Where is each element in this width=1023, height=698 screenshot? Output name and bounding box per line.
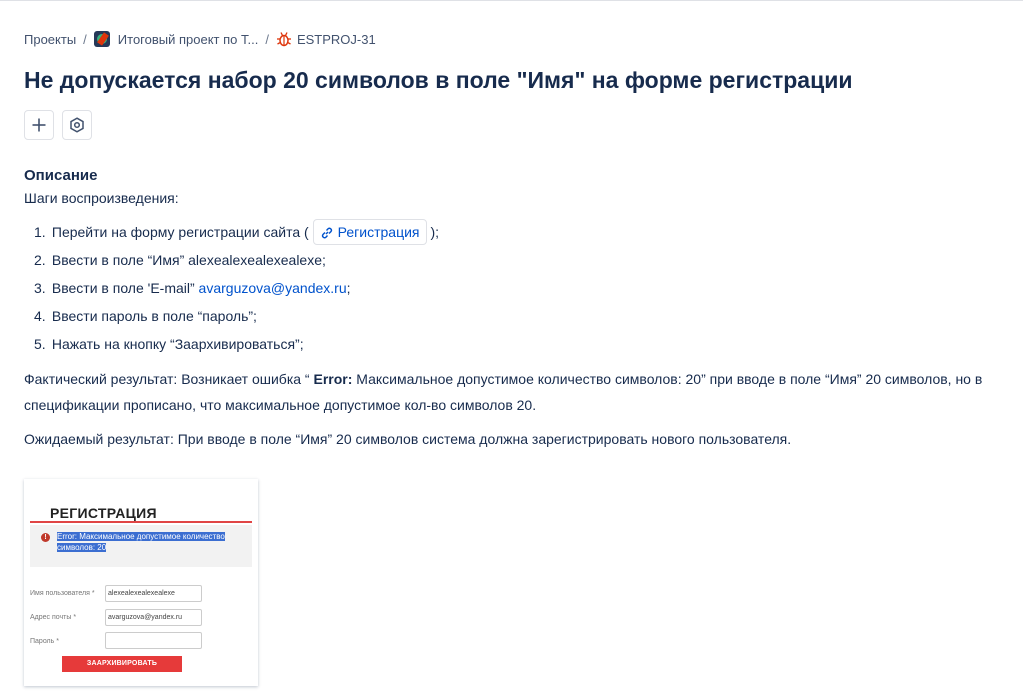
expected-result: Ожидаемый результат: При вводе в поле “И… [24, 431, 792, 447]
description-heading: Описание [24, 167, 98, 184]
breadcrumb: Проекты / Итоговый проект по Т... / ESTP… [24, 31, 376, 47]
actual-result: Фактический результат: Возникает ошибка … [24, 371, 983, 413]
email-link[interactable]: avarguzova@yandex.ru [199, 280, 347, 296]
breadcrumb-project-link[interactable]: Итоговый проект по Т... [118, 32, 259, 47]
attachment-field-label: Пароль * [30, 638, 59, 645]
steps-intro: Шаги воспроизведения: [24, 190, 179, 206]
attachment-error-text: Error: Максимальное допустимое количеств… [57, 532, 225, 552]
attachment-field-label: Имя пользователя * [30, 590, 95, 597]
attachment-divider [30, 521, 252, 523]
bug-icon [276, 32, 291, 47]
breadcrumb-issue-key[interactable]: ESTPROJ-31 [297, 32, 376, 47]
list-item: 4. Ввести пароль в поле “пароль”; [34, 308, 257, 324]
list-item: 5. Нажать на кнопку “Заархивироваться”; [34, 336, 304, 352]
attachment-field-input [105, 632, 202, 649]
settings-button[interactable] [62, 110, 92, 140]
attachment-field-label: Адрес почты * [30, 614, 77, 621]
attachment-archive-button: ЗААРХИВИРОВАТЬ [62, 656, 182, 672]
registration-link[interactable]: Регистрация [312, 219, 427, 245]
description-body[interactable]: Шаги воспроизведения: 1. Перейти на форм… [24, 190, 1004, 452]
list-item: 1. Перейти на форму регистрации сайта (Р… [34, 218, 1004, 246]
hexagon-settings-icon [70, 117, 84, 133]
add-button[interactable] [24, 110, 54, 140]
attachment-registration-title: РЕГИСТРАЦИЯ [50, 505, 157, 521]
breadcrumb-separator: / [265, 31, 269, 47]
attachment-field-input: alexealexealexealexe [105, 585, 202, 602]
attachment-field-input: avarguzova@yandex.ru [105, 609, 202, 626]
attachment-error-box: ! Error: Максимальное допустимое количес… [30, 525, 252, 567]
link-icon [321, 227, 332, 239]
list-item: 2. Ввести в поле “Имя” alexealexealexeal… [34, 252, 326, 268]
plus-icon [32, 118, 46, 132]
breadcrumb-separator: / [83, 31, 87, 47]
breadcrumb-projects-link[interactable]: Проекты [24, 32, 76, 47]
list-item: 3. Ввести в поле 'E-mail” avarguzova@yan… [34, 280, 351, 296]
steps-list: 1. Перейти на форму регистрации сайта (Р… [24, 218, 1004, 358]
attachment-screenshot[interactable]: РЕГИСТРАЦИЯ ! Error: Максимальное допуст… [24, 479, 258, 686]
project-avatar-icon [93, 31, 110, 47]
issue-title[interactable]: Не допускается набор 20 символов в поле … [24, 67, 853, 94]
issue-action-row [24, 110, 92, 140]
error-icon: ! [41, 533, 50, 542]
